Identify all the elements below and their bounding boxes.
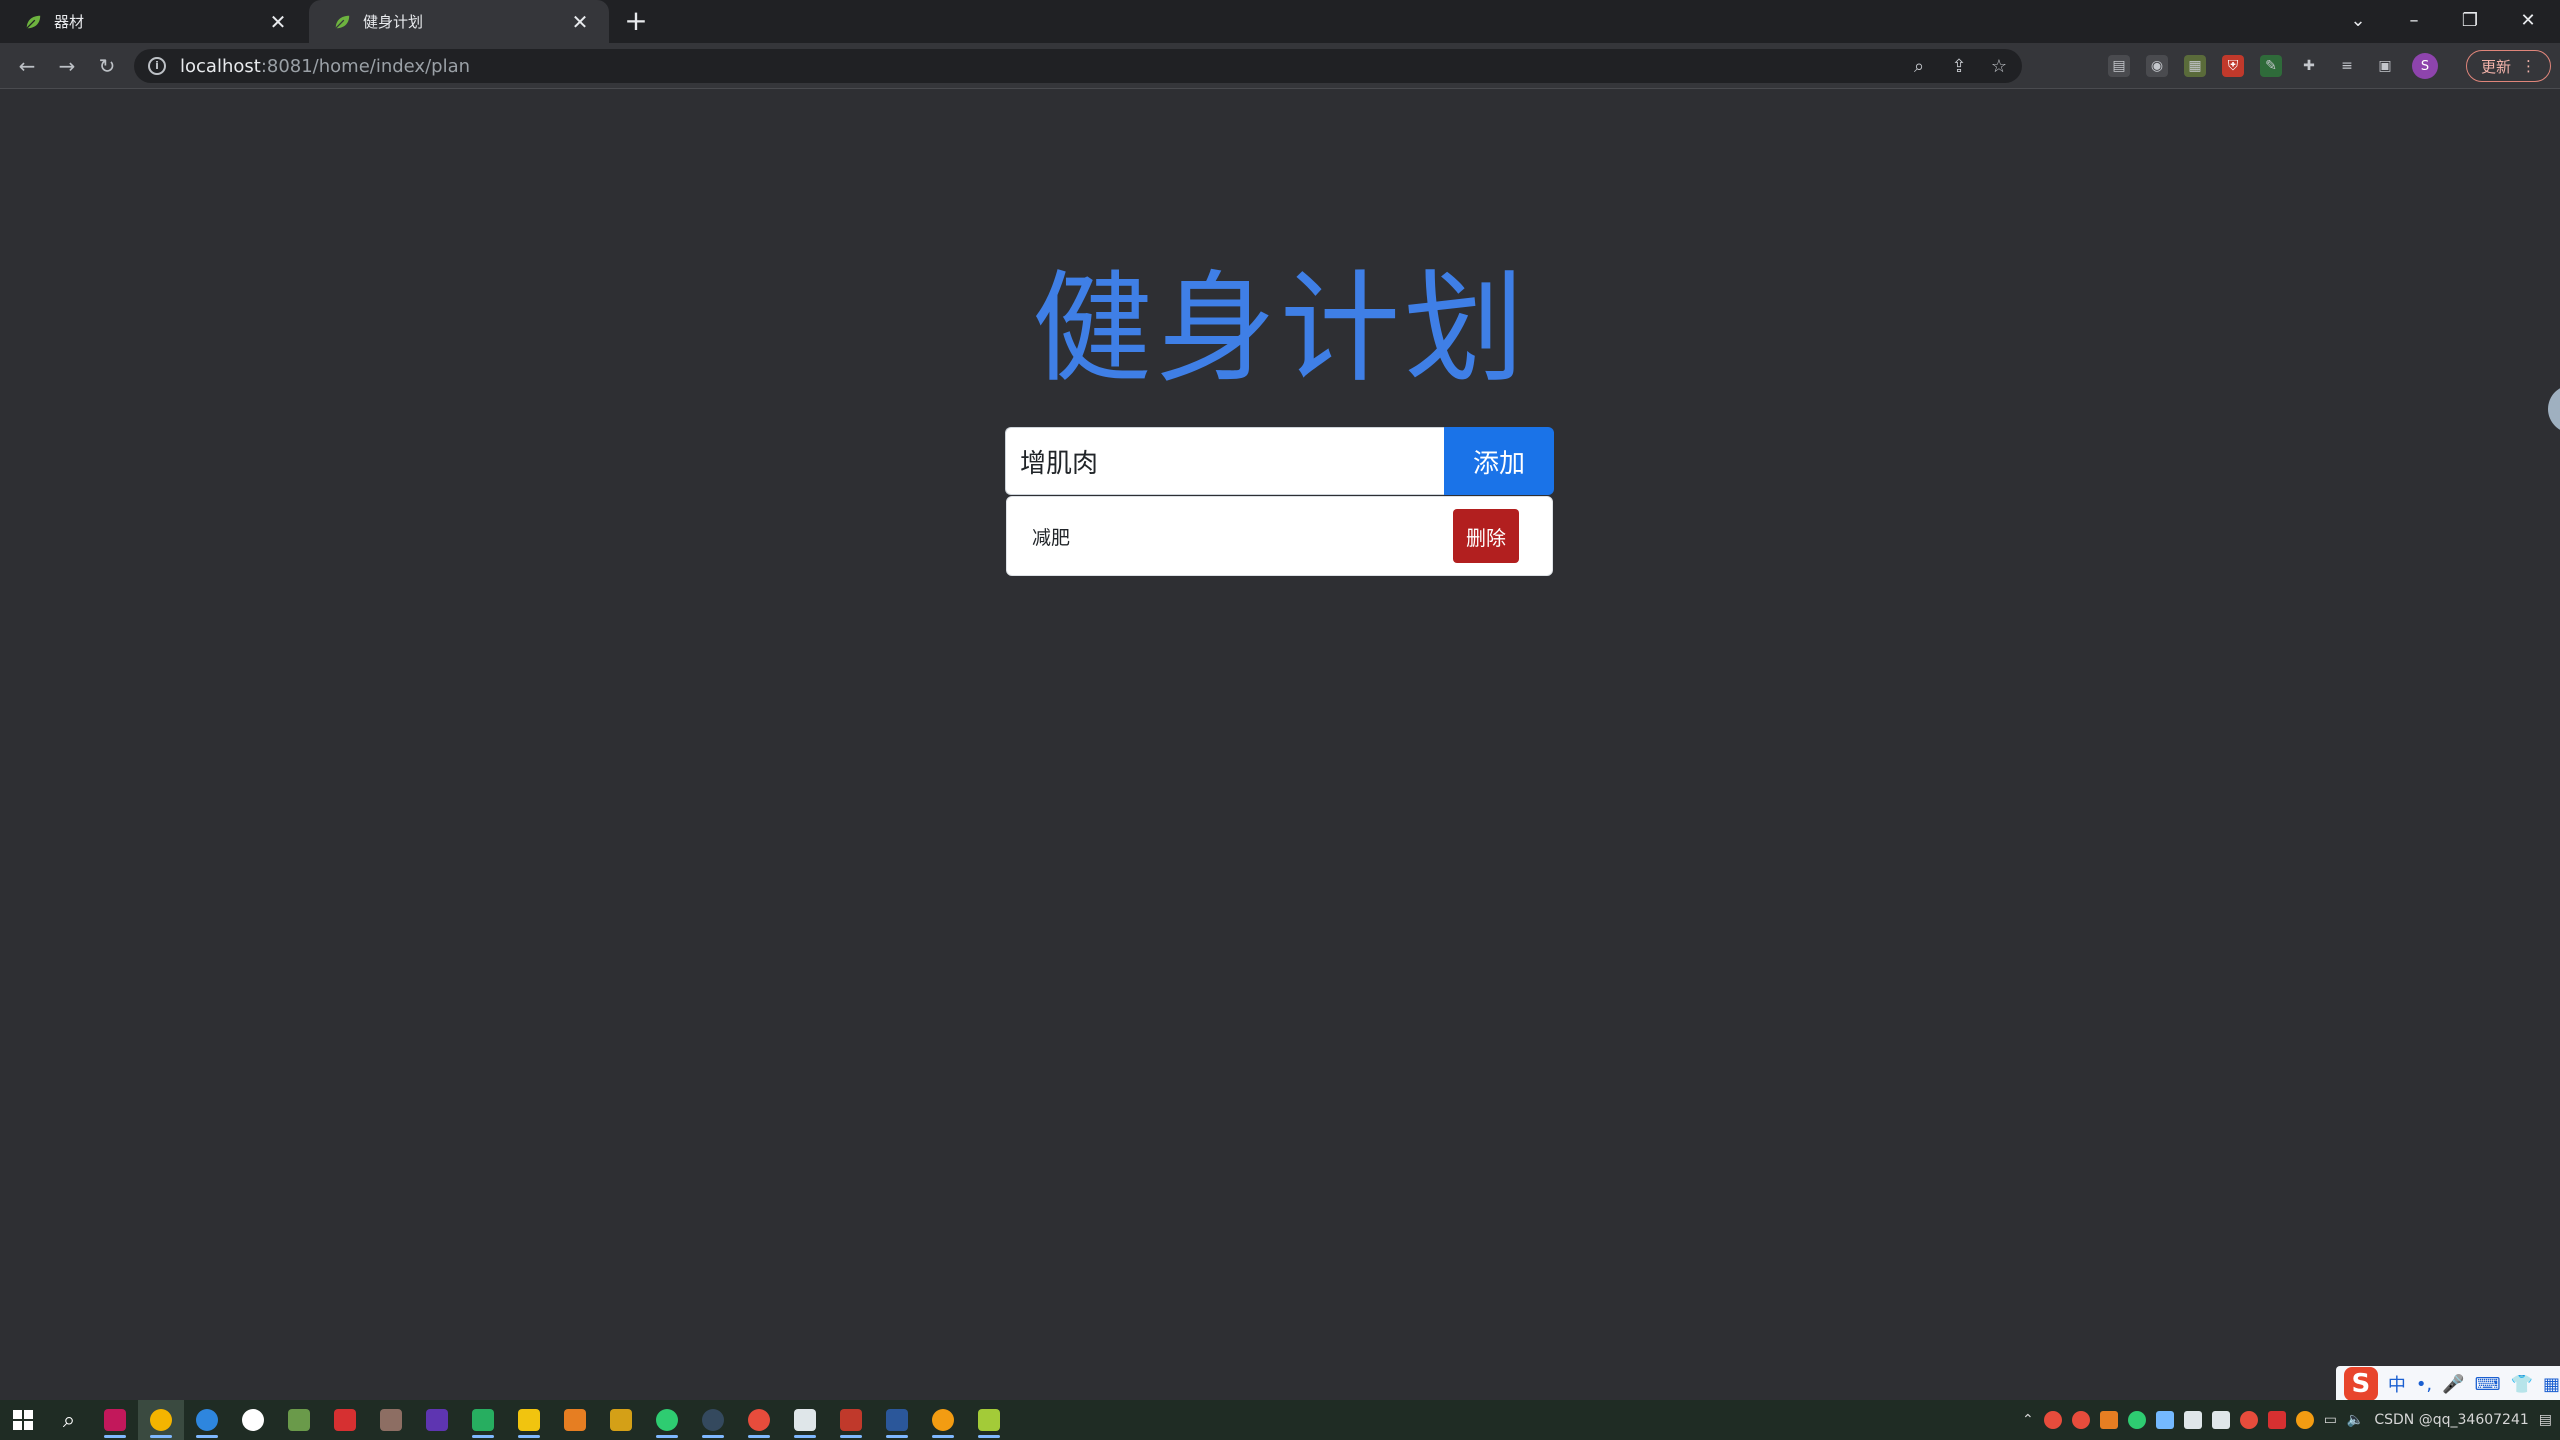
url-path: :8081/home/index/plan bbox=[260, 55, 471, 77]
wechat-tray-icon[interactable] bbox=[2127, 1411, 2146, 1429]
ime-grid-icon[interactable]: ▦ bbox=[2543, 1374, 2560, 1395]
start-icon[interactable] bbox=[0, 1400, 46, 1440]
tab-plan[interactable]: 健身计划 ✕ bbox=[309, 0, 609, 43]
update-button[interactable]: 更新 ⋮ bbox=[2466, 50, 2552, 82]
extension-image-icon[interactable]: ▦ bbox=[2184, 55, 2206, 77]
zoom-icon[interactable]: ⌕ bbox=[1908, 56, 1930, 77]
volume-icon[interactable]: 🔈 bbox=[2347, 1412, 2364, 1428]
side-panel-icon[interactable]: ▣ bbox=[2374, 55, 2396, 77]
spring-leaf-icon bbox=[335, 15, 350, 29]
tray-app-icon[interactable] bbox=[2099, 1411, 2118, 1429]
tab-title: 健身计划 bbox=[363, 13, 424, 31]
system-tray: ⌃ ▭ 🔈 CSDN @qq_34607241 ▤ bbox=[2022, 1400, 2552, 1440]
ime-mic-icon[interactable]: 🎤 bbox=[2442, 1374, 2464, 1395]
qq2-icon[interactable] bbox=[2071, 1411, 2090, 1429]
restore-icon[interactable]: ❐ bbox=[2442, 0, 2498, 40]
plan-item-text: 减肥 bbox=[1032, 526, 1071, 549]
add-button[interactable]: 添加 bbox=[1444, 427, 1554, 495]
windows-taskbar: ⌕ ⌃ ▭ 🔈 CSDN @qq_34607241 ▤ bbox=[0, 1400, 2560, 1440]
page-title: 健身计划 bbox=[1032, 260, 1528, 400]
search-icon[interactable]: ⌕ bbox=[46, 1400, 92, 1440]
minimize-icon[interactable]: – bbox=[2386, 0, 2442, 40]
record-app-icon[interactable] bbox=[230, 1400, 276, 1440]
record-tray-icon[interactable] bbox=[2239, 1411, 2258, 1429]
reload-icon[interactable]: ↻ bbox=[92, 51, 122, 81]
ime-punctuation-icon[interactable]: •, bbox=[2416, 1374, 2432, 1395]
add-plan-form: 添加 bbox=[1005, 427, 1554, 495]
reading-list-icon[interactable]: ≡ bbox=[2336, 55, 2358, 77]
extensions-puzzle-icon[interactable]: ✚ bbox=[2298, 55, 2320, 77]
qq-icon[interactable] bbox=[2043, 1411, 2062, 1429]
ime-language[interactable]: 中 bbox=[2388, 1371, 2406, 1397]
profile-avatar[interactable]: S bbox=[2412, 53, 2438, 79]
tab-title: 器材 bbox=[54, 13, 85, 31]
tab-search-icon[interactable]: ⌄ bbox=[2330, 0, 2386, 40]
delete-button[interactable]: 删除 bbox=[1453, 509, 1519, 563]
close-icon[interactable]: ✕ bbox=[569, 10, 591, 34]
word-icon[interactable] bbox=[874, 1400, 920, 1440]
notepad-icon[interactable] bbox=[966, 1400, 1012, 1440]
extensions-area: ▤ ◉ ▦ ⛨ ✎ ✚ ≡ ▣ S bbox=[2108, 51, 2438, 81]
spring-leaf-icon bbox=[26, 15, 41, 29]
sync-app-icon[interactable] bbox=[460, 1400, 506, 1440]
network-icon[interactable]: ▭ bbox=[2324, 1412, 2337, 1428]
extension-shield-icon[interactable]: ⛨ bbox=[2222, 55, 2244, 77]
app-folder-icon[interactable] bbox=[598, 1400, 644, 1440]
extension-translate-icon[interactable]: ▤ bbox=[2108, 55, 2130, 77]
mic-tray-icon[interactable] bbox=[2211, 1411, 2230, 1429]
app-dark-icon[interactable] bbox=[690, 1400, 736, 1440]
back-arrow-icon[interactable]: ← bbox=[12, 51, 42, 81]
ime-keyboard-icon[interactable]: ⌨ bbox=[2475, 1374, 2501, 1395]
netease-music-icon[interactable] bbox=[736, 1400, 782, 1440]
app-white-icon[interactable] bbox=[782, 1400, 828, 1440]
usb-icon[interactable] bbox=[2183, 1411, 2202, 1429]
share-icon[interactable]: ⇪ bbox=[1948, 56, 1970, 77]
wps-icon[interactable] bbox=[828, 1400, 874, 1440]
new-tab-button[interactable]: + bbox=[622, 7, 650, 36]
cloud-tray-icon[interactable] bbox=[2267, 1411, 2286, 1429]
bookmark-star-icon[interactable]: ☆ bbox=[1988, 56, 2010, 77]
app-red-icon[interactable] bbox=[322, 1400, 368, 1440]
more-menu-icon: ⋮ bbox=[2521, 57, 2537, 75]
intellij-icon[interactable] bbox=[92, 1400, 138, 1440]
window-close-icon[interactable]: ✕ bbox=[2500, 0, 2556, 40]
extension-camera-icon[interactable]: ◉ bbox=[2146, 55, 2168, 77]
chrome-icon[interactable] bbox=[138, 1400, 184, 1440]
notification-icon[interactable]: ▤ bbox=[2539, 1412, 2552, 1428]
app-orange-icon[interactable] bbox=[552, 1400, 598, 1440]
wechat-icon[interactable] bbox=[644, 1400, 690, 1440]
extension-leaf-icon[interactable]: ✎ bbox=[2260, 55, 2282, 77]
search-tray-icon[interactable] bbox=[2295, 1411, 2314, 1429]
remote-desktop-icon[interactable] bbox=[276, 1400, 322, 1440]
tray-text: CSDN @qq_34607241 bbox=[2374, 1412, 2529, 1428]
address-bar[interactable]: i localhost:8081/home/index/plan ⌕ ⇪ ☆ bbox=[134, 49, 2022, 83]
plan-list-item: 减肥 删除 bbox=[1006, 496, 1553, 576]
file-explorer-icon[interactable] bbox=[506, 1400, 552, 1440]
update-label: 更新 bbox=[2481, 57, 2512, 76]
app-paint-icon[interactable] bbox=[414, 1400, 460, 1440]
search-tool-icon[interactable] bbox=[920, 1400, 966, 1440]
close-icon[interactable]: ✕ bbox=[267, 10, 289, 34]
tab-equipment[interactable]: 器材 ✕ bbox=[0, 0, 307, 43]
plan-input[interactable] bbox=[1005, 427, 1444, 495]
app-abacus-icon[interactable] bbox=[368, 1400, 414, 1440]
ime-toolbar[interactable]: S 中 •, 🎤 ⌨ 👕 ▦ bbox=[2336, 1366, 2560, 1402]
tab-strip: 器材 ✕ 健身计划 ✕ + ⌄ – ❐ ✕ bbox=[0, 0, 2560, 43]
forward-arrow-icon[interactable]: → bbox=[52, 51, 82, 81]
browser-app-icon[interactable] bbox=[184, 1400, 230, 1440]
sogou-logo-icon: S bbox=[2344, 1367, 2378, 1401]
ime-skin-icon[interactable]: 👕 bbox=[2511, 1374, 2533, 1395]
url-host: localhost bbox=[180, 55, 261, 77]
site-info-icon[interactable]: i bbox=[148, 57, 166, 75]
plan-list: 减肥 删除 bbox=[1006, 496, 1553, 576]
tray-expand-icon[interactable]: ⌃ bbox=[2022, 1412, 2034, 1428]
tray-tool-icon[interactable] bbox=[2155, 1411, 2174, 1429]
